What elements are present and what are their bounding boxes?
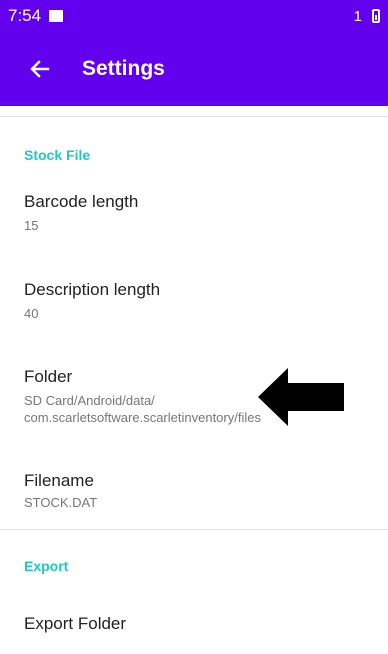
pref-barcode-length[interactable]: Barcode length 15	[0, 192, 388, 233]
pref-description-length[interactable]: Description length 40	[0, 280, 388, 321]
notification-count: 1	[353, 7, 362, 25]
arrow-back-icon	[30, 60, 50, 78]
left-arrow-annotation	[258, 368, 344, 426]
pref-filename[interactable]: Filename STOCK.DAT	[0, 471, 388, 510]
app-toolbar: Settings	[0, 32, 388, 106]
pref-export-folder[interactable]: Export Folder	[0, 614, 388, 634]
status-right: 1	[354, 8, 380, 25]
pref-title: Description length	[24, 280, 161, 299]
divider	[0, 116, 388, 117]
pref-title: Filename	[24, 471, 94, 490]
back-button[interactable]	[12, 41, 68, 97]
status-bar: 7:54 1	[0, 0, 388, 32]
divider	[0, 529, 388, 530]
category-stock-file: Stock File	[24, 147, 91, 163]
pref-title: Export Folder	[24, 614, 127, 633]
category-export: Export	[24, 558, 69, 574]
status-time: 7:54	[8, 6, 42, 25]
pref-summary: 15	[24, 218, 39, 233]
page-title: Settings	[82, 57, 165, 80]
gallery-notification-icon	[49, 10, 64, 22]
battery-icon	[372, 9, 380, 23]
pref-title: Barcode length	[24, 192, 139, 211]
status-left: 7:54	[8, 6, 64, 26]
pref-summary: 40	[24, 306, 39, 321]
pref-summary: STOCK.DAT	[24, 495, 98, 510]
